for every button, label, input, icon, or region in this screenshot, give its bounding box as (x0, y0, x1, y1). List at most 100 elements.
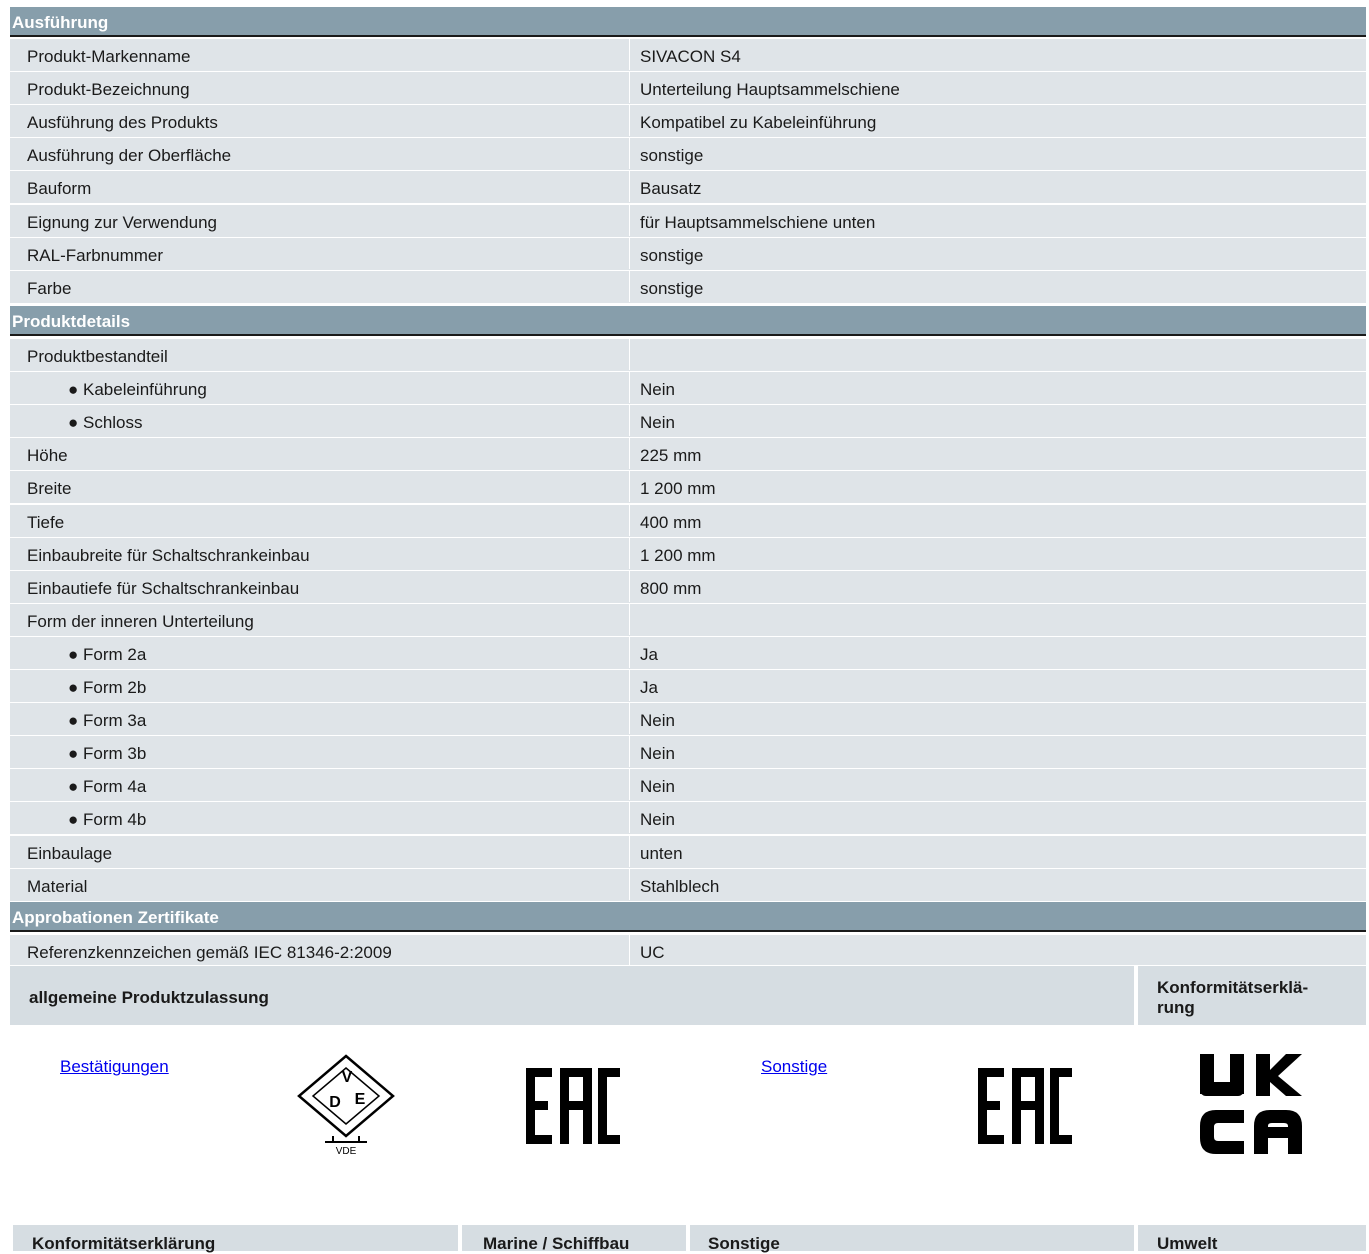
spec-label: ● Form 2b (68, 678, 147, 697)
spec-row: Einbaulage unten (10, 835, 1366, 869)
spec-row: ● Kabeleinführung Nein (10, 372, 1366, 406)
vde-caption: VDE (336, 1146, 357, 1157)
spec-row: ● Form 2b Ja (10, 670, 1366, 704)
spec-value-cell: UC (629, 935, 1366, 966)
spec-row: ● Form 3a Nein (10, 703, 1366, 737)
spec-value: Nein (640, 413, 675, 433)
spec-value-cell: Stahlblech (629, 868, 1366, 900)
spec-value-cell: Bausatz (629, 171, 1366, 203)
spec-value-cell: Nein (629, 703, 1366, 735)
spec-value: Nein (640, 380, 675, 400)
section-title: Approbationen Zertifikate (12, 908, 219, 927)
spec-label: Material (27, 876, 88, 896)
spec-label: Produkt-Bezeichnung (27, 80, 190, 100)
spec-row: ● Form 2a Ja (10, 636, 1366, 670)
spec-row: ● Form 4a Nein (10, 769, 1366, 803)
spec-value: Stahlblech (640, 876, 720, 896)
ukca-logo (1196, 1052, 1304, 1160)
section-title: Produktdetails (12, 312, 131, 331)
spec-value-cell: sonstige (629, 270, 1366, 302)
spec-label: ● Form 3a (68, 711, 147, 731)
sonstige-link[interactable]: Sonstige (761, 1057, 827, 1077)
spec-label: Einbautiefe für Schaltschrankeinbau (27, 578, 300, 598)
spec-value: Kompatibel zu Kabeleinführung (640, 113, 877, 133)
spec-value: Bausatz (640, 179, 702, 199)
spec-row: ● Form 4b Nein (10, 802, 1366, 836)
spec-value: Unterteilung Hauptsammelschiene (640, 80, 900, 100)
spec-value: Ja (640, 678, 658, 697)
cert-table-header-general: allgemeine Produktzulassung (10, 966, 1134, 1025)
spec-value: Nein (640, 777, 675, 797)
column-conformity-line2: rung (1157, 998, 1195, 1017)
vde-logo: V D E VDE (295, 1052, 397, 1158)
spec-value-cell: Nein (629, 802, 1366, 834)
spec-label: Breite (27, 479, 72, 499)
spec-row: Ausführung der Oberfläche sonstige (10, 138, 1366, 172)
spec-value: 1 200 mm (640, 479, 716, 499)
spec-value: sonstige (640, 146, 704, 166)
spec-row: ● Schloss Nein (10, 405, 1366, 439)
spec-label: Einbaubreite für Schaltschrankeinbau (27, 545, 310, 565)
spec-value-cell: 1 200 mm (629, 471, 1366, 503)
cert-table-header-conformity-declaration: Konformitätserklärung (13, 1225, 458, 1253)
section-header-produktdetails: Produktdetails (10, 306, 1366, 336)
cert-table-header-environment: Umwelt (1138, 1225, 1366, 1253)
spec-label: RAL-Farbnummer (27, 245, 164, 265)
spec-label: Tiefe (27, 512, 65, 532)
spec-value: 800 mm (640, 578, 702, 598)
spec-value-cell: 1 200 mm (629, 537, 1366, 569)
spec-label: ● Form 2a (68, 644, 147, 664)
spec-row: Ausführung des Produkts Kompatibel zu Kab… (10, 105, 1366, 139)
spec-value: für Hauptsammelschiene unten (640, 212, 876, 232)
spec-value: SIVACON S4 (640, 47, 741, 66)
spec-value: unten (640, 843, 683, 863)
spec-value: sonstige (640, 245, 704, 265)
section-header-approbationen: Approbationen Zertifikate (10, 902, 1366, 932)
spec-label: Höhe (27, 446, 68, 466)
spec-label: ● Form 4b (68, 810, 147, 830)
spec-value-cell (629, 603, 1366, 635)
spec-label: Ausführung der Oberfläche (27, 146, 232, 166)
spec-row: Produktbestandteil (10, 339, 1366, 373)
spec-value-cell: Ja (629, 670, 1366, 701)
column-general-approval: allgemeine Produktzulassung (29, 988, 269, 1007)
spec-label: ● Form 3b (68, 744, 147, 764)
spec-label: Bauform (27, 179, 92, 199)
spec-label: Form der inneren Unterteilung (27, 611, 254, 631)
eac-logo (526, 1068, 620, 1144)
spec-row: Einbautiefe für Schaltschrankeinbau 800 m… (10, 570, 1366, 604)
bestaetigungen-link[interactable]: Bestätigungen (60, 1057, 169, 1077)
spec-value-cell: 400 mm (629, 504, 1366, 536)
spec-value-cell: Unterteilung Hauptsammelschiene (629, 72, 1366, 104)
section-title: Ausführung (12, 13, 109, 32)
spec-value-cell: Nein (629, 372, 1366, 404)
column-conformity-line1: Konformitätserklä- (1157, 978, 1309, 997)
cert-table-header-marine: Marine / Schiffbau (462, 1225, 686, 1253)
spec-row: ● Form 3b Nein (10, 736, 1366, 770)
spec-row: Produkt-Markenname SIVACON S4 (10, 39, 1366, 73)
spec-value-cell: unten (629, 835, 1366, 867)
column-other: Sonstige (708, 1234, 780, 1253)
spec-value: Nein (640, 810, 675, 830)
cert-table-header-other: Sonstige (690, 1225, 1134, 1253)
spec-value: 225 mm (640, 446, 702, 466)
spec-label: ● Form 4a (68, 777, 147, 797)
spec-label: ● Schloss (68, 413, 143, 433)
spec-row: Form der inneren Unterteilung (10, 603, 1366, 637)
spec-row: Höhe 225 mm (10, 438, 1366, 472)
spec-row: Tiefe 400 mm (10, 504, 1366, 538)
spec-label: Ausführung des Produkts (27, 113, 218, 133)
spec-value: 400 mm (640, 512, 702, 532)
eac-logo (978, 1068, 1072, 1144)
spec-row: Farbe sonstige (10, 270, 1366, 304)
spec-label: Farbe (27, 278, 72, 298)
spec-row: Breite 1 200 mm (10, 471, 1366, 505)
spec-value-cell: 800 mm (629, 570, 1366, 602)
cert-table-header-conformity: Konformitätserklä- rung (1138, 966, 1366, 1025)
spec-row: Eignung zur Verwendung für Hauptsammelsch… (10, 204, 1366, 238)
spec-value: Nein (640, 744, 675, 764)
vde-v-letter: V (342, 1069, 353, 1086)
spec-value-cell (629, 339, 1366, 370)
spec-row: RAL-Farbnummer sonstige (10, 237, 1366, 271)
spec-label: Eignung zur Verwendung (27, 212, 217, 232)
